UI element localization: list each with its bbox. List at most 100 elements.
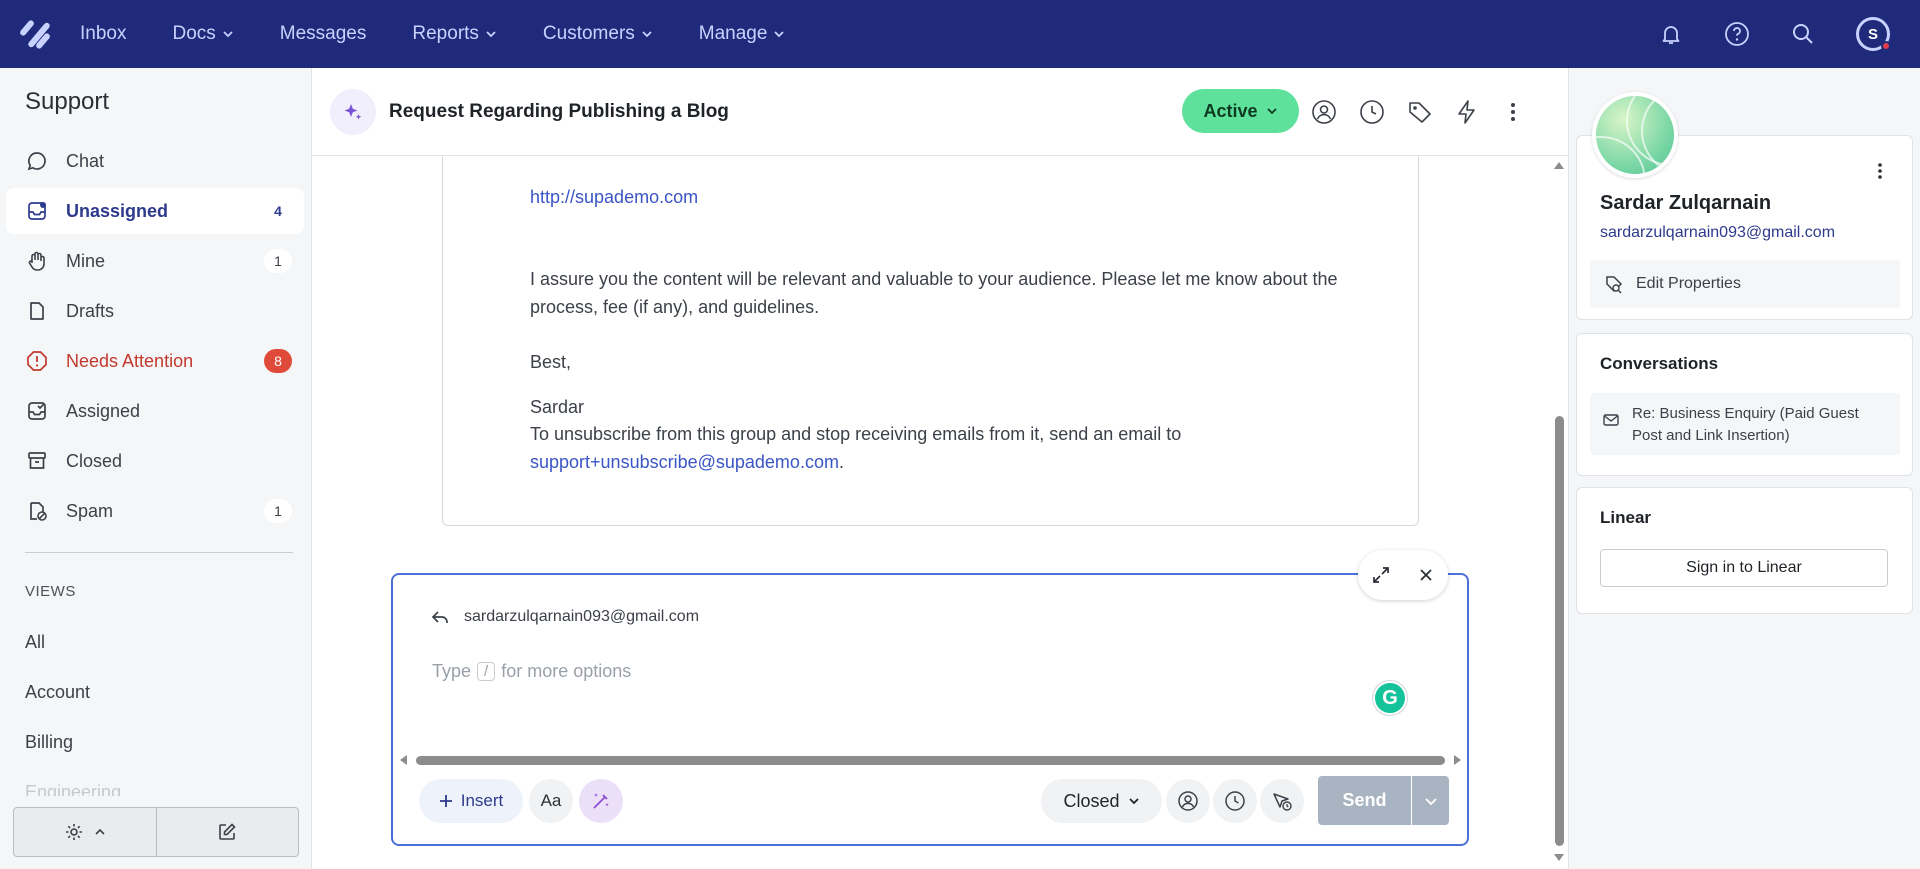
plus-icon: [439, 795, 452, 807]
nav-docs-label: Docs: [172, 23, 216, 44]
edit-properties-button[interactable]: Edit Properties: [1590, 260, 1900, 308]
conversation-item-title: Re: Business Enquiry (Paid Guest Post an…: [1632, 405, 1859, 444]
sidebar-item-label: Closed: [66, 450, 123, 471]
send-options-button[interactable]: [1412, 776, 1449, 825]
edit-properties-label: Edit Properties: [1636, 275, 1741, 292]
conversation-title: Request Regarding Publishing a Blog: [389, 101, 729, 122]
compose-icon: [219, 823, 236, 840]
sidebar-item-closed[interactable]: Closed: [6, 438, 304, 484]
tag-icon[interactable]: [1405, 97, 1435, 127]
sidebar-item-needs-attention[interactable]: Needs Attention 8: [6, 338, 304, 384]
lightning-icon[interactable]: [1452, 97, 1482, 127]
clock-icon: [1225, 791, 1245, 811]
snooze-button[interactable]: [1213, 779, 1257, 823]
ai-wand-button[interactable]: [579, 779, 623, 823]
nav-messages[interactable]: Messages: [280, 23, 367, 45]
nav-inbox[interactable]: Inbox: [80, 23, 126, 45]
composer-placeholder[interactable]: Type / for more options: [432, 661, 631, 682]
send-label: Send: [1342, 790, 1387, 810]
spam-icon: [30, 502, 47, 521]
user-avatar[interactable]: S: [1856, 17, 1891, 51]
chat-icon: [27, 152, 46, 171]
close-icon[interactable]: [1417, 566, 1435, 584]
status-dropdown[interactable]: Active: [1182, 89, 1299, 133]
sidebar-item-chat[interactable]: Chat: [6, 138, 304, 184]
scrollbar-thumb[interactable]: [1555, 416, 1564, 846]
sidebar-item-label: Assigned: [66, 400, 141, 421]
reply-icon: [431, 611, 448, 623]
schedule-send-button[interactable]: [1260, 779, 1304, 823]
message-link[interactable]: http://supademo.com: [530, 183, 698, 211]
schedule-send-icon: [1273, 793, 1292, 811]
customer-name: Sardar Zulqarnain: [1600, 192, 1772, 214]
sidebar-item-assigned[interactable]: Assigned: [6, 388, 304, 434]
scroll-right-arrow-icon[interactable]: [1453, 754, 1463, 766]
reply-recipient-email[interactable]: sardarzulqarnain093@gmail.com: [464, 608, 699, 626]
more-vertical-icon[interactable]: [1869, 160, 1891, 182]
clock-icon[interactable]: [1357, 97, 1387, 127]
customer-avatar: [1592, 92, 1678, 178]
compose-button[interactable]: [157, 808, 299, 856]
composer-horizontal-scrollbar[interactable]: [398, 753, 1463, 767]
nav-docs[interactable]: Docs: [172, 23, 233, 45]
nav-manage-label: Manage: [698, 23, 768, 44]
settings-button[interactable]: [14, 808, 157, 856]
conversation-list-item[interactable]: Re: Business Enquiry (Paid Guest Post an…: [1590, 393, 1900, 455]
search-icon[interactable]: [1790, 21, 1816, 47]
sidebar-item-drafts[interactable]: Drafts: [6, 288, 304, 334]
insert-button[interactable]: Insert: [419, 779, 523, 823]
chevron-down-icon: [1128, 798, 1139, 805]
assign-button[interactable]: [1166, 779, 1210, 823]
assign-user-icon[interactable]: [1309, 97, 1339, 127]
view-all[interactable]: All: [25, 632, 45, 653]
view-billing[interactable]: Billing: [25, 732, 73, 753]
linear-title: Linear: [1600, 508, 1652, 527]
draft-icon: [30, 302, 44, 320]
sidebar-item-label: Spam: [66, 500, 114, 521]
sidebar-item-spam[interactable]: Spam 1: [6, 488, 304, 534]
count-badge: 4: [274, 203, 282, 219]
close-status-label: Closed: [1063, 790, 1120, 811]
chevron-down-icon: [1266, 108, 1277, 115]
send-button[interactable]: Send: [1318, 776, 1411, 825]
reply-recipient-row: sardarzulqarnain093@gmail.com: [430, 607, 699, 627]
sidebar-item-unassigned[interactable]: Unassigned 4: [6, 188, 304, 234]
assigned-icon: [28, 402, 46, 420]
edit-properties-icon: [1606, 276, 1623, 294]
text-format-button[interactable]: Aa: [529, 779, 573, 823]
sign-in-linear-button[interactable]: Sign in to Linear: [1600, 549, 1888, 587]
expand-icon[interactable]: [1371, 565, 1391, 585]
sidebar-item-mine[interactable]: Mine 1: [6, 238, 304, 284]
ai-sparkle-icon[interactable]: [330, 89, 376, 135]
scroll-up-arrow-icon[interactable]: [1553, 160, 1565, 170]
envelope-icon: [1603, 414, 1619, 426]
sidebar-item-label: Chat: [66, 150, 105, 171]
scroll-left-arrow-icon[interactable]: [398, 754, 408, 766]
sign-in-linear-label: Sign in to Linear: [1686, 559, 1802, 576]
nav-reports[interactable]: Reports: [412, 23, 497, 45]
count-badge: 1: [264, 499, 292, 523]
close-status-dropdown[interactable]: Closed: [1041, 779, 1162, 823]
more-vertical-icon[interactable]: [1498, 97, 1528, 127]
grammarly-icon[interactable]: G: [1373, 681, 1407, 715]
nav-customers[interactable]: Customers: [543, 23, 653, 45]
main-scrollbar[interactable]: [1550, 156, 1568, 869]
view-account[interactable]: Account: [25, 682, 90, 703]
message-unsubscribe-row: support+unsubscribe@supademo.com.: [530, 448, 844, 476]
view-engineering[interactable]: Engineering: [25, 782, 121, 796]
help-icon[interactable]: [1724, 21, 1750, 47]
app-logo-icon[interactable]: [18, 19, 52, 50]
nav-reports-label: Reports: [412, 23, 479, 44]
nav-manage[interactable]: Manage: [699, 23, 786, 45]
sidebar-item-label: Mine: [66, 250, 106, 271]
customer-email[interactable]: sardarzulqarnain093@gmail.com: [1600, 224, 1835, 242]
placeholder-before: Type: [432, 661, 472, 681]
hand-icon: [28, 251, 45, 271]
unsubscribe-email-link[interactable]: support+unsubscribe@supademo.com: [530, 452, 839, 472]
views-heading: VIEWS: [25, 583, 76, 600]
scroll-down-arrow-icon[interactable]: [1553, 853, 1565, 863]
bell-icon[interactable]: [1658, 21, 1684, 47]
status-dot: [1881, 41, 1891, 51]
scrollbar-thumb[interactable]: [416, 756, 1445, 765]
unsubscribe-end: .: [838, 452, 844, 472]
